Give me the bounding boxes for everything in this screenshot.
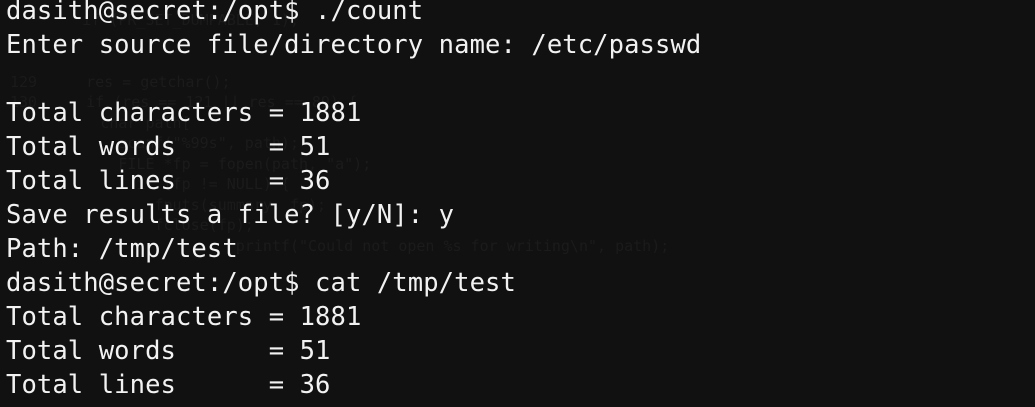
total-lines-line: Total lines = 36 (6, 166, 331, 196)
prompt-line-count: dasith@secret:/opt$ ./count (6, 0, 424, 26)
terminal-window[interactable]: if (PR_SET_DUMPABLE, 1); 129 res = getch… (0, 0, 1035, 407)
total-characters-line: Total characters = 1881 (6, 98, 362, 128)
path-line: Path: /tmp/test (6, 234, 238, 264)
cat-total-words-line: Total words = 51 (6, 336, 331, 366)
terminal-output: dasith@secret:/opt$ ./count Enter source… (6, 0, 701, 402)
cat-total-lines-line: Total lines = 36 (6, 370, 331, 400)
save-prompt-line: Save results a file? [y/N]: y (6, 200, 455, 230)
prompt-line-cat: dasith@secret:/opt$ cat /tmp/test (6, 268, 516, 298)
total-words-line: Total words = 51 (6, 132, 331, 162)
input-prompt-line: Enter source file/directory name: /etc/p… (6, 30, 702, 60)
cat-total-characters-line: Total characters = 1881 (6, 302, 362, 332)
